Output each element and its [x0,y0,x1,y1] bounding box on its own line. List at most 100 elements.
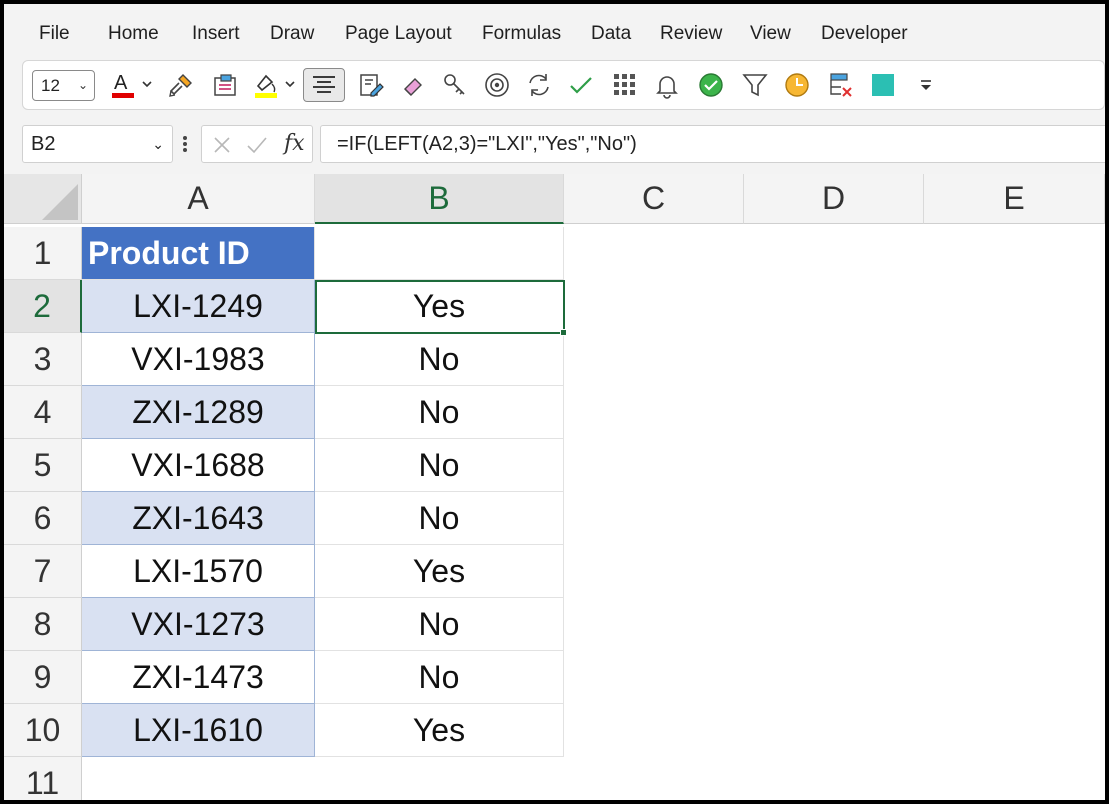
insert-function-button[interactable]: fx [284,131,305,156]
grid-icon [614,74,635,95]
form-button[interactable] [353,68,389,102]
fill-handle[interactable] [560,329,567,336]
fill-square-icon [872,74,894,96]
check-circle-icon [699,73,723,97]
format-painter-button[interactable] [163,68,199,102]
enter-icon[interactable] [246,135,268,155]
filter-button[interactable] [737,68,773,102]
more-options-icon[interactable] [182,132,188,156]
menu-file[interactable]: File [39,23,70,45]
spreadsheet-grid: A B C D E 1 2 3 4 5 6 7 8 9 10 11 Produc… [4,174,1105,800]
object-button[interactable] [207,68,243,102]
cell-b6[interactable]: No [315,492,564,545]
select-all-corner[interactable] [4,174,82,224]
checkmark-icon [570,77,592,94]
cell-b9[interactable]: No [315,651,564,704]
cell-a10[interactable]: LXI-1610 [82,704,315,757]
font-color-button[interactable]: A [107,68,155,102]
row-header-3[interactable]: 3 [4,333,82,386]
menu-draw[interactable]: Draw [270,23,314,45]
cell-a1-header[interactable]: Product ID [82,227,315,280]
target-button[interactable] [479,68,515,102]
column-header-a[interactable]: A [82,174,315,224]
cell-a3[interactable]: VXI-1983 [82,333,315,386]
cell-a2[interactable]: LXI-1249 [82,280,315,333]
eraser-button[interactable] [395,68,431,102]
menu-home[interactable]: Home [108,23,159,45]
row-header-11[interactable]: 11 [4,757,82,800]
clock-icon [785,73,809,97]
column-header-c[interactable]: C [564,174,744,224]
row-header-7[interactable]: 7 [4,545,82,598]
name-box[interactable]: B2 ⌄ [22,125,173,163]
quick-access-toolbar: 12 ⌄ A [22,60,1105,110]
chevron-down-icon: ⌄ [77,78,88,92]
highlight-button[interactable] [249,68,297,102]
menu-review[interactable]: Review [660,23,722,45]
column-header-b[interactable]: B [315,174,564,224]
key-button[interactable] [437,68,473,102]
customize-toolbar-button[interactable] [911,68,941,102]
cell-b4[interactable]: No [315,386,564,439]
cell-a9[interactable]: ZXI-1473 [82,651,315,704]
align-center-button[interactable] [303,68,345,102]
clear-format-button[interactable] [823,68,859,102]
cell-a7[interactable]: LXI-1570 [82,545,315,598]
form-icon [360,74,384,97]
cell-b1[interactable] [315,227,564,280]
cell-a6[interactable]: ZXI-1643 [82,492,315,545]
name-box-value: B2 [31,133,56,155]
menu-page-layout[interactable]: Page Layout [345,23,452,45]
row-header-4[interactable]: 4 [4,386,82,439]
fill-square-button[interactable] [865,68,901,102]
row-header-1[interactable]: 1 [4,227,82,280]
row-header-10[interactable]: 10 [4,704,82,757]
key-icon [444,74,465,95]
menu-insert[interactable]: Insert [192,23,240,45]
row-header-2[interactable]: 2 [4,280,82,333]
row-header-8[interactable]: 8 [4,598,82,651]
menu-view[interactable]: View [750,23,791,45]
cell-b10[interactable]: Yes [315,704,564,757]
row-header-9[interactable]: 9 [4,651,82,704]
select-all-icon [42,184,78,220]
eraser-icon [404,78,422,96]
format-painter-icon [169,74,192,97]
cell-b5[interactable]: No [315,439,564,492]
column-header-d[interactable]: D [744,174,924,224]
menu-bar: File Home Insert Draw Page Layout Formul… [4,4,1105,58]
cell-b3[interactable]: No [315,333,564,386]
target-icon [485,73,509,97]
cell-a8[interactable]: VXI-1273 [82,598,315,651]
refresh-button[interactable] [521,68,557,102]
grid-button[interactable] [607,68,643,102]
font-size-value: 12 [41,76,60,95]
font-size-dropdown[interactable]: 12 ⌄ [32,70,95,101]
highlight-icon [255,74,295,98]
check-circle-button[interactable] [693,68,729,102]
object-icon [214,74,236,96]
formula-input[interactable]: =IF(LEFT(A2,3)="LXI","Yes","No") [320,125,1105,163]
font-color-icon: A [112,72,152,98]
cell-b2[interactable]: Yes [315,280,564,333]
filter-icon [742,74,768,97]
clock-button[interactable] [779,68,815,102]
cancel-icon[interactable] [212,135,232,155]
cell-b8[interactable]: No [315,598,564,651]
refresh-icon [529,74,549,96]
svg-text:A: A [114,72,128,94]
row-header-6[interactable]: 6 [4,492,82,545]
menu-data[interactable]: Data [591,23,631,45]
checkmark-button[interactable] [563,68,599,102]
cell-b7[interactable]: Yes [315,545,564,598]
excel-window: File Home Insert Draw Page Layout Formul… [4,4,1105,800]
cell-a4[interactable]: ZXI-1289 [82,386,315,439]
menu-developer[interactable]: Developer [821,23,908,45]
column-header-e[interactable]: E [924,174,1105,224]
row-header-5[interactable]: 5 [4,439,82,492]
bell-icon [656,76,678,99]
bell-button[interactable] [649,68,685,102]
menu-formulas[interactable]: Formulas [482,23,561,45]
chevron-down-icon: ⌄ [152,136,164,152]
cell-a5[interactable]: VXI-1688 [82,439,315,492]
